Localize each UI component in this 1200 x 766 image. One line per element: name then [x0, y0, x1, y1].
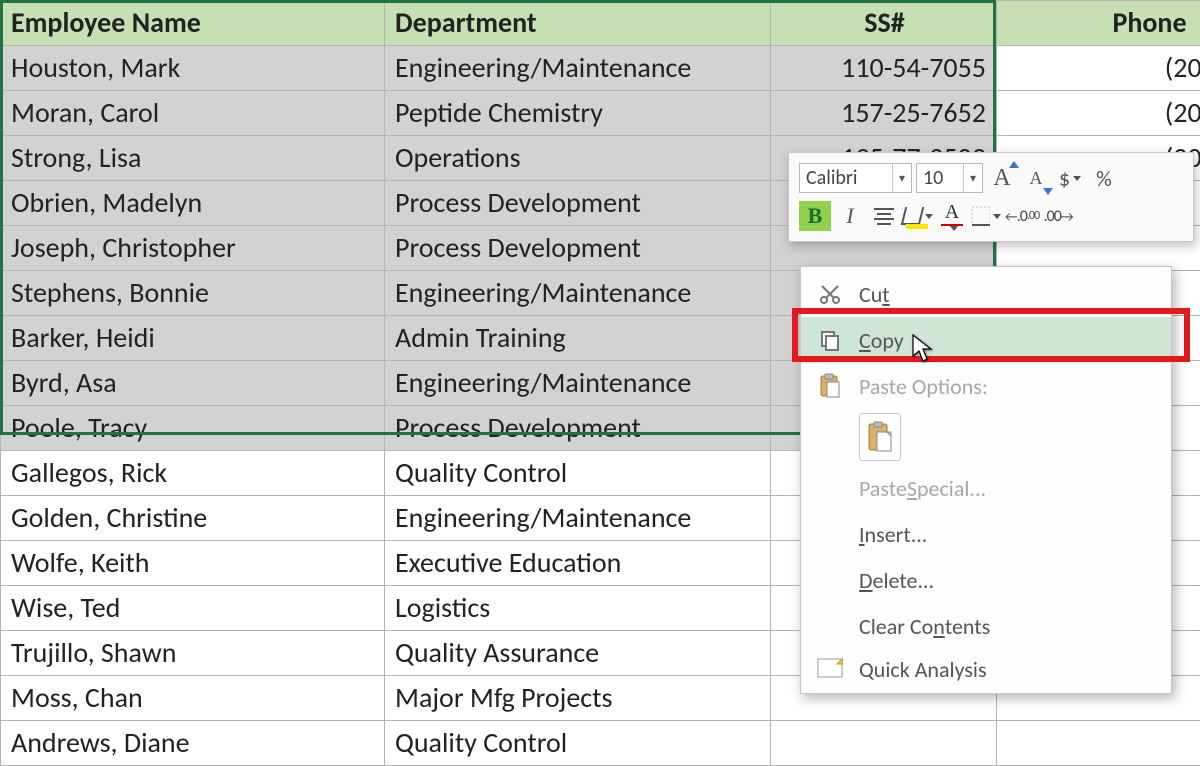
cell-name[interactable]: Andrews, Diane [1, 721, 385, 766]
cell-name[interactable]: Stephens, Bonnie [1, 271, 385, 316]
cell-dept[interactable]: Quality Assurance [385, 631, 771, 676]
cell-dept[interactable]: Quality Control [385, 721, 771, 766]
cell-name[interactable]: Moss, Chan [1, 676, 385, 721]
cell-name[interactable]: Houston, Mark [1, 46, 385, 91]
table-row[interactable]: Andrews, DianeQuality Control [1, 721, 1200, 766]
font-name-combo[interactable]: ▾ [799, 163, 912, 193]
paste-special-menu-item[interactable]: Paste Special... [801, 465, 1171, 511]
cell-name[interactable]: Trujillo, Shawn [1, 631, 385, 676]
delete-menu-item[interactable]: Delete... [801, 557, 1171, 603]
cell-ssn[interactable]: 110-54-7055 [771, 46, 997, 91]
col-header-dept[interactable]: Department [385, 1, 771, 46]
copy-label-post: opy [871, 327, 904, 354]
paste-special-ul: S [907, 475, 917, 502]
bold-button[interactable]: B [799, 201, 831, 231]
paste-special-post: pecial... [917, 475, 986, 502]
copy-icon [815, 325, 845, 355]
cell-dept[interactable]: Executive Education [385, 541, 771, 586]
cell-dept[interactable]: Process Development [385, 406, 771, 451]
cell-phone[interactable] [997, 721, 1200, 766]
cell-ssn[interactable] [771, 721, 997, 766]
cell-dept[interactable]: Quality Control [385, 451, 771, 496]
col-header-phone[interactable]: Phone [997, 1, 1200, 46]
clear-pre: Clear Co [859, 613, 933, 640]
quick-analysis-label: Quick Analysis [859, 656, 987, 683]
quick-analysis-menu-item[interactable]: Quick Analysis [801, 649, 1171, 689]
cut-menu-item[interactable]: Cut [801, 271, 1171, 317]
cell-dept[interactable]: Major Mfg Projects [385, 676, 771, 721]
table-row[interactable]: Houston, MarkEngineering/Maintenance110-… [1, 46, 1200, 91]
delete-post: elete... [873, 567, 935, 594]
delete-ul: D [859, 567, 873, 594]
cell-dept[interactable]: Peptide Chemistry [385, 91, 771, 136]
cell-name[interactable]: Strong, Lisa [1, 136, 385, 181]
percent-format-button[interactable]: % [1089, 163, 1119, 193]
cell-name[interactable]: Wise, Ted [1, 586, 385, 631]
cell-dept[interactable]: Process Development [385, 181, 771, 226]
cell-dept[interactable]: Engineering/Maintenance [385, 496, 771, 541]
paste-options-label: Paste Options: [859, 373, 988, 400]
cell-name[interactable]: Moran, Carol [1, 91, 385, 136]
cell-dept[interactable]: Admin Training [385, 316, 771, 361]
font-size-input[interactable] [917, 166, 963, 190]
cell-name[interactable]: Golden, Christine [1, 496, 385, 541]
cell-name[interactable]: Gallegos, Rick [1, 451, 385, 496]
cell-dept[interactable]: Engineering/Maintenance [385, 271, 771, 316]
fill-color-button[interactable] [903, 201, 933, 231]
col-header-name[interactable]: Employee Name [1, 1, 385, 46]
borders-button[interactable] [971, 201, 1001, 231]
font-size-combo[interactable]: ▾ [916, 163, 983, 193]
mini-toolbar[interactable]: ▾ ▾ A A $ % B I A ←.0.00 .00→ [788, 152, 1194, 242]
copy-menu-item[interactable]: Copy [801, 317, 1171, 363]
cut-label-pre: Cu [859, 281, 882, 308]
paste-options-row [801, 409, 1171, 465]
decrease-font-icon[interactable]: A [1021, 163, 1051, 193]
font-name-dropdown-icon[interactable]: ▾ [892, 164, 911, 192]
paste-special-pre: Paste [859, 475, 907, 502]
cell-name[interactable]: Joseph, Christopher [1, 226, 385, 271]
currency-format-button[interactable]: $ [1055, 163, 1085, 193]
paste-options-header: Paste Options: [801, 363, 1171, 409]
table-header-row[interactable]: Employee Name Department SS# Phone [1, 1, 1200, 46]
cell-dept[interactable]: Process Development [385, 226, 771, 271]
clear-post: tents [945, 613, 990, 640]
insert-menu-item[interactable]: Insert... [801, 511, 1171, 557]
cell-phone[interactable]: (201) 212-6 [997, 91, 1200, 136]
cell-dept[interactable]: Logistics [385, 586, 771, 631]
paste-icon [815, 371, 845, 401]
align-center-icon[interactable] [869, 204, 899, 228]
cell-name[interactable]: Poole, Tracy [1, 406, 385, 451]
cell-dept[interactable]: Operations [385, 136, 771, 181]
paste-default-button[interactable] [859, 413, 901, 461]
context-menu[interactable]: Cut Copy Paste Options: Paste Special...… [800, 266, 1172, 694]
clear-ul: n [933, 613, 945, 640]
col-header-ssn[interactable]: SS# [771, 1, 997, 46]
font-color-letter: A [945, 201, 959, 224]
cell-name[interactable]: Wolfe, Keith [1, 541, 385, 586]
cell-phone[interactable]: (201) 127-7 [997, 46, 1200, 91]
quick-analysis-icon [815, 654, 845, 684]
clear-contents-menu-item[interactable]: Clear Contents [801, 603, 1171, 649]
cut-label-ul: t [882, 281, 889, 308]
font-color-button[interactable]: A [937, 201, 967, 231]
scissors-icon [815, 279, 845, 309]
cell-name[interactable]: Obrien, Madelyn [1, 181, 385, 226]
cell-name[interactable]: Barker, Heidi [1, 316, 385, 361]
cell-dept[interactable]: Engineering/Maintenance [385, 361, 771, 406]
increase-decimal-button[interactable]: ←.0.00 [1005, 201, 1039, 231]
increase-font-icon[interactable]: A [987, 163, 1017, 193]
decrease-decimal-button[interactable]: .00→ [1043, 201, 1073, 231]
table-row[interactable]: Moran, CarolPeptide Chemistry157-25-7652… [1, 91, 1200, 136]
font-name-input[interactable] [800, 166, 892, 190]
italic-button[interactable]: I [835, 201, 865, 231]
copy-label-ul: C [859, 327, 871, 354]
cell-name[interactable]: Byrd, Asa [1, 361, 385, 406]
cell-dept[interactable]: Engineering/Maintenance [385, 46, 771, 91]
cell-ssn[interactable]: 157-25-7652 [771, 91, 997, 136]
insert-post: nsert... [865, 521, 928, 548]
font-size-dropdown-icon[interactable]: ▾ [963, 164, 982, 192]
